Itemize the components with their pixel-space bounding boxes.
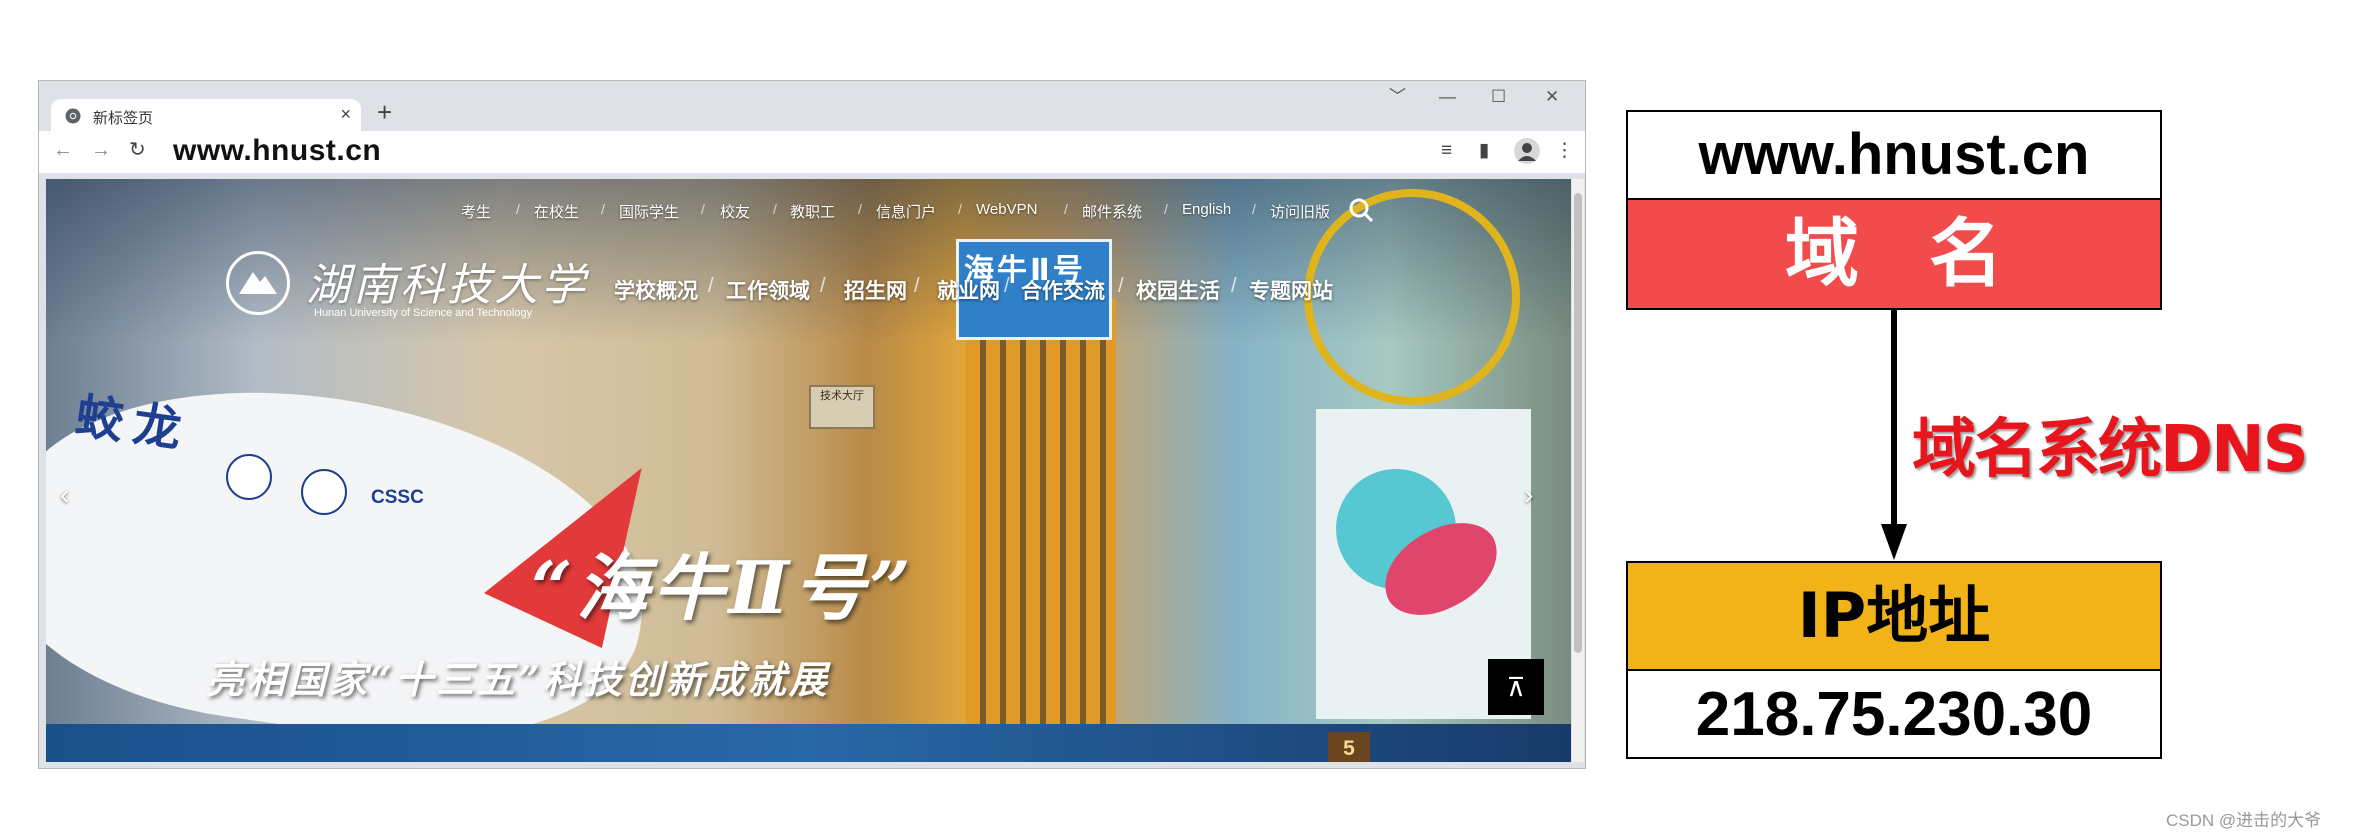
new-tab-button[interactable]: + — [377, 99, 392, 125]
top-link-candidates[interactable]: 考生 — [461, 201, 491, 222]
university-logo-text[interactable]: 湖南科技大学 — [306, 249, 588, 313]
back-to-top-button[interactable]: ⊼ — [1488, 659, 1544, 715]
browser-window: 新标签页 × + ﹀ — ☐ ✕ ← → ↻ www.hnust.cn ≡ ▮ … — [38, 80, 1586, 769]
top-separator: / — [958, 201, 962, 217]
tab-search-icon[interactable]: ﹀ — [1389, 87, 1406, 107]
nav-employment[interactable]: 就业网 — [937, 275, 1000, 305]
carousel-next-icon[interactable]: › — [1524, 479, 1533, 511]
top-separator: / — [701, 201, 705, 217]
nav-work[interactable]: 工作领域 — [726, 275, 810, 305]
top-link-old-version[interactable]: 访问旧版 — [1270, 201, 1330, 222]
csdn-watermark: CSDN @进击的大爷 — [2166, 811, 2322, 830]
scrollbar-thumb[interactable] — [1574, 193, 1582, 653]
top-link-mail[interactable]: 邮件系统 — [1082, 201, 1142, 222]
top-link-staff[interactable]: 教职工 — [790, 201, 835, 222]
top-link-webvpn[interactable]: WebVPN — [976, 201, 1037, 218]
nav-separator: / — [708, 275, 714, 297]
ring-sculpture-image — [1304, 189, 1520, 405]
ip-label-box: IP地址 — [1626, 561, 2162, 671]
top-separator: / — [516, 201, 520, 217]
banner-headline: “海牛Ⅱ号” — [531, 545, 915, 630]
top-link-students[interactable]: 在校生 — [534, 201, 579, 222]
university-emblem-icon[interactable] — [226, 251, 290, 315]
nav-separator: / — [820, 275, 826, 297]
cssc-logo-text: CSSC — [371, 487, 424, 508]
address-bar[interactable]: www.hnust.cn — [169, 134, 1419, 168]
submersible-emblem-2 — [301, 469, 347, 515]
chrome-icon — [65, 108, 81, 124]
close-tab-icon[interactable]: × — [340, 104, 351, 125]
dns-arrow — [1881, 308, 1907, 560]
forward-button[interactable]: → — [91, 138, 111, 162]
back-button[interactable]: ← — [53, 138, 73, 162]
ip-value-box: 218.75.230.30 — [1626, 669, 2162, 759]
submersible-emblem-1 — [226, 454, 272, 500]
tab-title: 新标签页 — [93, 110, 154, 127]
banner-subline: 亮相国家“十三五”科技创新成就展 — [206, 657, 830, 702]
minimize-button[interactable]: — — [1439, 87, 1456, 107]
mountain-icon — [239, 272, 277, 294]
url-text[interactable]: www.hnust.cn — [173, 134, 381, 168]
nav-separator: / — [1231, 275, 1237, 297]
domain-value-box: www.hnust.cn — [1626, 110, 2162, 200]
search-icon[interactable] — [1346, 195, 1376, 225]
dns-system-label: 域名系统DNS — [1912, 413, 2309, 487]
maximize-button[interactable]: ☐ — [1491, 87, 1506, 107]
browser-toolbar: ← → ↻ www.hnust.cn ≡ ▮ ⋮ — [39, 131, 1585, 173]
nav-separator: / — [1004, 275, 1010, 297]
drilling-tower-image — [966, 299, 1116, 759]
nav-about[interactable]: 学校概况 — [614, 275, 698, 305]
tab-new-tab[interactable]: 新标签页 × — [51, 99, 361, 133]
nav-separator: / — [914, 275, 920, 297]
playlist-icon[interactable]: ≡ — [1441, 140, 1452, 162]
nav-cooperation[interactable]: 合作交流 — [1021, 275, 1105, 305]
reload-button[interactable]: ↻ — [129, 138, 146, 162]
domain-label-box: 域名 — [1626, 198, 2162, 310]
sidepanel-icon[interactable]: ▮ — [1479, 140, 1489, 162]
top-separator: / — [858, 201, 862, 217]
building-sign: 技术大厅 — [809, 385, 875, 429]
nav-topics[interactable]: 专题网站 — [1249, 275, 1333, 305]
top-link-english[interactable]: English — [1182, 201, 1231, 218]
user-icon — [1518, 143, 1536, 161]
top-link-portal[interactable]: 信息门户 — [876, 201, 936, 222]
top-link-international[interactable]: 国际学生 — [619, 201, 679, 222]
top-separator: / — [1064, 201, 1068, 217]
title-bar: 新标签页 × + ﹀ — ☐ ✕ — [39, 81, 1585, 133]
top-separator: / — [601, 201, 605, 217]
nav-campus-life[interactable]: 校园生活 — [1136, 275, 1220, 305]
page-viewport: 海牛Ⅱ号 技术大厅 考生 / 在校生 / 国际学生 / 校友 / 教职工 / 信… — [46, 179, 1571, 762]
top-link-alumni[interactable]: 校友 — [720, 201, 750, 222]
nav-admissions[interactable]: 招生网 — [844, 275, 907, 305]
top-separator: / — [1164, 201, 1168, 217]
slide-number-badge[interactable]: 5 — [1328, 732, 1370, 762]
profile-icon[interactable] — [1514, 138, 1540, 164]
page-scrollbar[interactable] — [1572, 179, 1584, 762]
top-separator: / — [1252, 201, 1256, 217]
university-logo-english: Hunan University of Science and Technolo… — [314, 307, 533, 319]
carousel-prev-icon[interactable]: ‹ — [60, 479, 69, 511]
close-window-button[interactable]: ✕ — [1545, 87, 1559, 107]
top-separator: / — [773, 201, 777, 217]
menu-icon[interactable]: ⋮ — [1555, 140, 1574, 162]
nav-separator: / — [1118, 275, 1124, 297]
